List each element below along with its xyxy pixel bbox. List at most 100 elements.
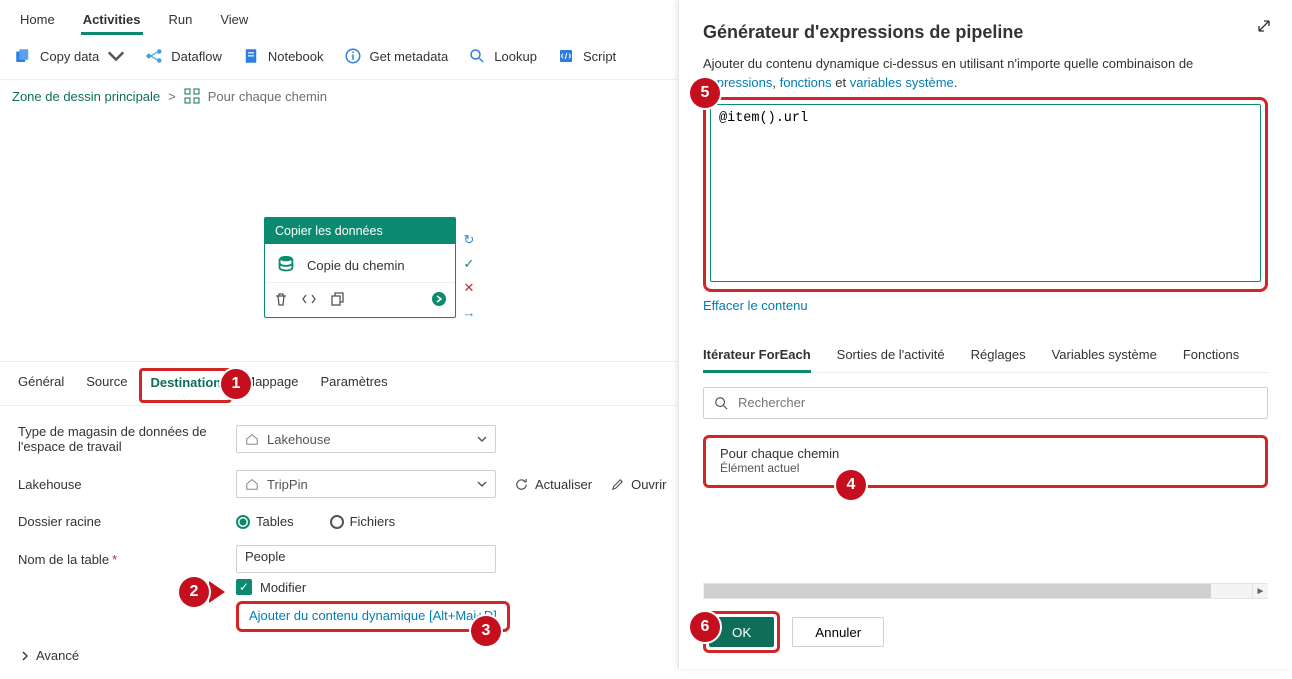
tab-general[interactable]: Général xyxy=(18,374,64,395)
skip-handle-icon[interactable]: → xyxy=(460,304,478,320)
lookup-label: Lookup xyxy=(494,49,537,64)
lookup-button[interactable]: Lookup xyxy=(468,47,537,65)
store-type-select[interactable]: Lakehouse xyxy=(236,425,496,453)
scroll-right-arrow[interactable]: ► xyxy=(1252,584,1268,598)
menu-activities[interactable]: Activities xyxy=(81,8,143,35)
expression-helper-tabs: Itérateur ForEach Sorties de l'activité … xyxy=(703,341,1268,373)
store-type-value: Lakehouse xyxy=(267,432,331,447)
breadcrumb-current: Pour chaque chemin xyxy=(208,89,327,104)
chevron-down-icon xyxy=(107,47,125,65)
success-handle-icon[interactable]: ✓ xyxy=(460,256,478,272)
dataflow-button[interactable]: Dataflow xyxy=(145,47,222,65)
marker-6: 6 xyxy=(690,612,720,642)
edit-icon xyxy=(610,477,625,492)
lakehouse-select[interactable]: TripPin xyxy=(236,470,496,498)
cancel-button[interactable]: Annuler xyxy=(792,617,884,647)
modifier-checkbox[interactable]: ✓ xyxy=(236,579,252,595)
horizontal-scrollbar[interactable]: ◄ ► xyxy=(703,583,1268,599)
expression-builder-panel: Générateur d'expressions de pipeline Ajo… xyxy=(678,0,1292,669)
marker-4: 4 xyxy=(836,470,866,500)
fntab-outputs[interactable]: Sorties de l'activité xyxy=(837,341,945,372)
store-type-label: Type de magasin de données de l'espace d… xyxy=(18,424,218,454)
copy-data-icon xyxy=(14,47,32,65)
panel-title: Générateur d'expressions de pipeline xyxy=(703,22,1268,43)
lakehouse-label: Lakehouse xyxy=(18,477,218,492)
fntab-foreach[interactable]: Itérateur ForEach xyxy=(703,341,811,372)
fail-handle-icon[interactable]: ✕ xyxy=(460,280,478,296)
expand-icon[interactable] xyxy=(1256,18,1272,34)
copy-data-label: Copy data xyxy=(40,49,99,64)
open-button[interactable]: Ouvrir xyxy=(610,477,666,492)
clear-content-link[interactable]: Effacer le contenu xyxy=(703,298,1268,313)
menu-view[interactable]: View xyxy=(218,8,250,35)
activity-title: Copie du chemin xyxy=(307,258,405,273)
marker-3: 3 xyxy=(471,616,501,646)
activity-header: Copier les données xyxy=(265,218,455,244)
table-name-label: Nom de la table* xyxy=(18,552,218,567)
tab-source[interactable]: Source xyxy=(86,374,127,395)
script-icon xyxy=(557,47,575,65)
lakehouse-icon xyxy=(245,477,259,491)
search-icon xyxy=(468,47,486,65)
fntab-functions[interactable]: Fonctions xyxy=(1183,341,1239,372)
loop-handle-icon[interactable]: ↻ xyxy=(460,232,478,248)
refresh-button[interactable]: Actualiser xyxy=(514,477,592,492)
info-icon xyxy=(344,47,362,65)
marker-2-arrow xyxy=(209,581,225,603)
foreach-icon xyxy=(184,88,200,104)
scroll-thumb[interactable] xyxy=(704,584,1211,598)
root-tables-radio[interactable]: Tables xyxy=(236,514,294,529)
breadcrumb-root[interactable]: Zone de dessin principale xyxy=(12,89,160,104)
menu-home[interactable]: Home xyxy=(18,8,57,35)
expression-search-input[interactable] xyxy=(736,394,1257,411)
dataflow-icon xyxy=(145,47,163,65)
marker-2: 2 xyxy=(179,577,209,607)
tab-parameters[interactable]: Paramètres xyxy=(320,374,387,395)
notebook-label: Notebook xyxy=(268,49,324,64)
chevron-right-icon xyxy=(20,651,30,661)
modifier-label: Modifier xyxy=(260,580,306,595)
breadcrumb-separator: > xyxy=(168,89,176,104)
expression-search[interactable] xyxy=(703,387,1268,419)
clone-icon[interactable] xyxy=(329,291,345,307)
script-label: Script xyxy=(583,49,616,64)
notebook-button[interactable]: Notebook xyxy=(242,47,324,65)
lakehouse-value: TripPin xyxy=(267,477,308,492)
copy-activity-card[interactable]: Copier les données Copie du chemin xyxy=(264,217,456,318)
tab-destination[interactable]: Destination xyxy=(139,368,232,403)
get-metadata-button[interactable]: Get metadata xyxy=(344,47,449,65)
add-dynamic-content-link[interactable]: Ajouter du contenu dynamique [Alt+Maj+D] xyxy=(236,601,510,632)
tab-mapping[interactable]: Mappage xyxy=(244,374,298,395)
root-folder-label: Dossier racine xyxy=(18,514,218,529)
fntab-settings[interactable]: Réglages xyxy=(971,341,1026,372)
copy-data-button[interactable]: Copy data xyxy=(14,47,125,65)
menu-run[interactable]: Run xyxy=(167,8,195,35)
system-variables-link[interactable]: variables système xyxy=(850,75,954,90)
panel-button-row: OK Annuler xyxy=(703,611,1268,653)
script-button[interactable]: Script xyxy=(557,47,616,65)
chevron-down-icon xyxy=(477,434,487,444)
foreach-item-title: Pour chaque chemin xyxy=(720,446,1251,461)
foreach-item-sub: Élément actuel xyxy=(720,461,1251,475)
panel-help: Ajouter du contenu dynamique ci-dessus e… xyxy=(703,55,1268,93)
activity-side-handles: ↻ ✓ ✕ → xyxy=(460,232,478,320)
expression-input[interactable] xyxy=(710,104,1261,282)
code-icon[interactable] xyxy=(301,291,317,307)
expression-highlight xyxy=(703,97,1268,292)
dataflow-label: Dataflow xyxy=(171,49,222,64)
marker-1: 1 xyxy=(221,369,251,399)
lakehouse-icon xyxy=(245,432,259,446)
notebook-icon xyxy=(242,47,260,65)
refresh-icon xyxy=(514,477,529,492)
functions-link[interactable]: fonctions xyxy=(780,75,832,90)
marker-5: 5 xyxy=(690,78,720,108)
table-name-input[interactable]: People xyxy=(236,545,496,573)
get-metadata-label: Get metadata xyxy=(370,49,449,64)
delete-icon[interactable] xyxy=(273,291,289,307)
foreach-item-option[interactable]: Pour chaque chemin Élément actuel xyxy=(703,435,1268,488)
search-icon xyxy=(714,396,728,410)
fntab-sysvars[interactable]: Variables système xyxy=(1052,341,1157,372)
root-files-radio[interactable]: Fichiers xyxy=(330,514,396,529)
go-arrow-icon[interactable] xyxy=(431,291,447,307)
database-icon xyxy=(275,254,297,276)
